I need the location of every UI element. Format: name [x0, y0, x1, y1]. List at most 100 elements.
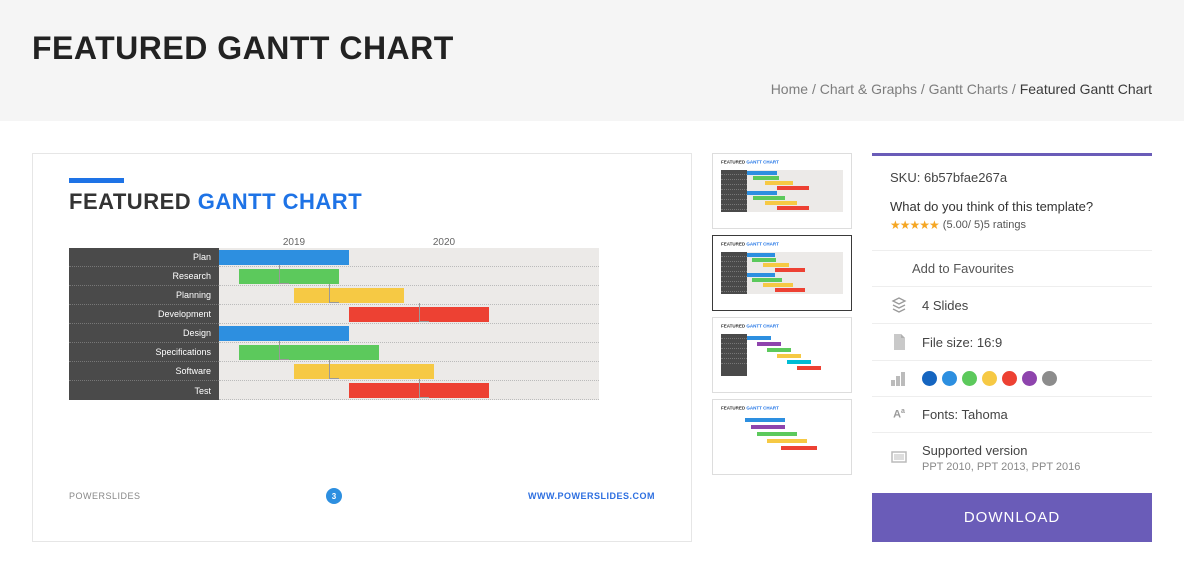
- breadcrumb-current: Featured Gantt Chart: [1020, 81, 1152, 97]
- sku: SKU: 6b57bfae267a: [890, 170, 1138, 185]
- breadcrumb-sep: /: [921, 81, 925, 97]
- logo-a: POWER: [69, 491, 106, 501]
- slide-canvas: FEATURED GANTT CHART 2019 2020 Plan Rese…: [33, 154, 691, 514]
- slide-preview: FEATURED GANTT CHART 2019 2020 Plan Rese…: [32, 153, 692, 542]
- slide-title-a: FEATURED: [69, 189, 198, 214]
- meta-slides-text: 4 Slides: [922, 298, 968, 313]
- color-swatch[interactable]: [1002, 371, 1017, 386]
- add-favourites-button[interactable]: Add to Favourites: [872, 250, 1152, 286]
- gantt-label: Software: [69, 362, 219, 381]
- color-swatch[interactable]: [962, 371, 977, 386]
- gantt-row: [219, 381, 599, 400]
- thumbnail-3[interactable]: FEATURED GANTT CHART: [712, 317, 852, 393]
- meta-supported-wrap: Supported version PPT 2010, PPT 2013, PP…: [922, 443, 1080, 473]
- meta-filesize-text: File size: 16:9: [922, 335, 1002, 350]
- meta-supported-sub: PPT 2010, PPT 2013, PPT 2016: [922, 461, 1080, 473]
- content: FEATURED GANTT CHART 2019 2020 Plan Rese…: [0, 121, 1184, 542]
- meta-fonts-text: Fonts: Tahoma: [922, 407, 1008, 422]
- thumbnail-2[interactable]: FEATURED GANTT CHART: [712, 235, 852, 311]
- logo-b: SLIDES: [106, 491, 141, 501]
- thumb-mini: [721, 170, 843, 212]
- year-label: 2019: [219, 237, 369, 248]
- color-swatch[interactable]: [922, 371, 937, 386]
- gantt-row: [219, 267, 599, 286]
- breadcrumb-home[interactable]: Home: [771, 81, 808, 97]
- color-swatch[interactable]: [982, 371, 997, 386]
- gantt-label: Plan: [69, 248, 219, 267]
- palette-icon: [890, 372, 908, 386]
- gantt-bar: [239, 345, 379, 360]
- meta-supported: Supported version PPT 2010, PPT 2013, PP…: [872, 432, 1152, 483]
- meta-fonts: Aa Fonts: Tahoma: [872, 396, 1152, 432]
- breadcrumb-sep: /: [1012, 81, 1016, 97]
- thumb-mini: [721, 252, 843, 294]
- slide-footer-url: WWW.POWERSLIDES.COM: [528, 491, 655, 501]
- thumbnail-1[interactable]: FEATURED GANTT CHART: [712, 153, 852, 229]
- gantt-bar: [349, 307, 489, 322]
- gantt-bar: [294, 288, 404, 303]
- gantt-bar: [239, 269, 339, 284]
- gantt-row: [219, 362, 599, 381]
- font-icon: Aa: [890, 408, 908, 421]
- slide-page-number: 3: [326, 488, 342, 504]
- breadcrumb: Home / Chart & Graphs / Gantt Charts / F…: [32, 81, 1152, 97]
- page-title: FEATURED GANTT CHART: [32, 30, 1152, 67]
- gantt-row: [219, 286, 599, 305]
- thumbnail-list: FEATURED GANTT CHART FEATURED GANTT CHAR…: [712, 153, 852, 542]
- gantt-bar: [294, 364, 434, 379]
- file-icon: [890, 334, 908, 350]
- slide-title-b: GANTT CHART: [198, 189, 362, 214]
- thumb-mini: [721, 334, 843, 376]
- breadcrumb-sep: /: [812, 81, 816, 97]
- gantt-area: Plan Research Planning Development Desig…: [69, 248, 655, 400]
- meta-list: Add to Favourites 4 Slides File size: 16…: [872, 250, 1152, 483]
- gantt-bar: [219, 250, 349, 265]
- gantt-label: Research: [69, 267, 219, 286]
- gantt-label: Planning: [69, 286, 219, 305]
- gantt-chart: 2019 2020 Plan Research Planning Develop…: [69, 237, 655, 400]
- slide-title: FEATURED GANTT CHART: [69, 189, 655, 215]
- gantt-label: Design: [69, 324, 219, 343]
- slide-footer: POWERSLIDES 3 WWW.POWERSLIDES.COM: [69, 488, 655, 504]
- gantt-row: [219, 343, 599, 362]
- gantt-bar: [219, 326, 349, 341]
- color-swatch[interactable]: [1022, 371, 1037, 386]
- gantt-years: 2019 2020: [219, 237, 655, 248]
- info-sidebar: SKU: 6b57bfae267a What do you think of t…: [872, 153, 1152, 542]
- slides-icon: [890, 297, 908, 313]
- color-swatch[interactable]: [1042, 371, 1057, 386]
- rating-prompt: What do you think of this template?: [890, 199, 1138, 214]
- meta-filesize: File size: 16:9: [872, 323, 1152, 360]
- slide-accent: [69, 178, 124, 183]
- thumbnail-4[interactable]: FEATURED GANTT CHART: [712, 399, 852, 475]
- thumb-title: FEATURED GANTT CHART: [721, 160, 831, 165]
- thumb-title: FEATURED GANTT CHART: [721, 242, 831, 247]
- breadcrumb-gantt-charts[interactable]: Gantt Charts: [929, 81, 1008, 97]
- gantt-bar: [349, 383, 489, 398]
- slide-logo: POWERSLIDES: [69, 491, 141, 501]
- breadcrumb-chart-graphs[interactable]: Chart & Graphs: [820, 81, 917, 97]
- color-swatch[interactable]: [942, 371, 957, 386]
- gantt-row: [219, 248, 599, 267]
- meta-slides: 4 Slides: [872, 286, 1152, 323]
- thumb-title: FEATURED GANTT CHART: [721, 406, 831, 411]
- gantt-label: Test: [69, 381, 219, 400]
- thumb-title: FEATURED GANTT CHART: [721, 324, 831, 329]
- version-icon: [890, 451, 908, 465]
- stars-icon: ★★★★★: [890, 218, 939, 232]
- gantt-row: [219, 324, 599, 343]
- meta-colors: [872, 360, 1152, 396]
- page-header: FEATURED GANTT CHART Home / Chart & Grap…: [0, 0, 1184, 121]
- gantt-label: Specifications: [69, 343, 219, 362]
- gantt-labels: Plan Research Planning Development Desig…: [69, 248, 219, 400]
- rating[interactable]: ★★★★★ (5.00/ 5)5 ratings: [890, 218, 1138, 232]
- download-button[interactable]: DOWNLOAD: [872, 493, 1152, 542]
- thumb-mini: [721, 416, 843, 458]
- meta-supported-title: Supported version: [922, 443, 1080, 458]
- gantt-row: [219, 305, 599, 324]
- color-swatches: [922, 371, 1057, 386]
- year-label: 2020: [369, 237, 519, 248]
- gantt-label: Development: [69, 305, 219, 324]
- gantt-bars: [219, 248, 599, 400]
- rating-text: (5.00/ 5)5 ratings: [943, 219, 1026, 231]
